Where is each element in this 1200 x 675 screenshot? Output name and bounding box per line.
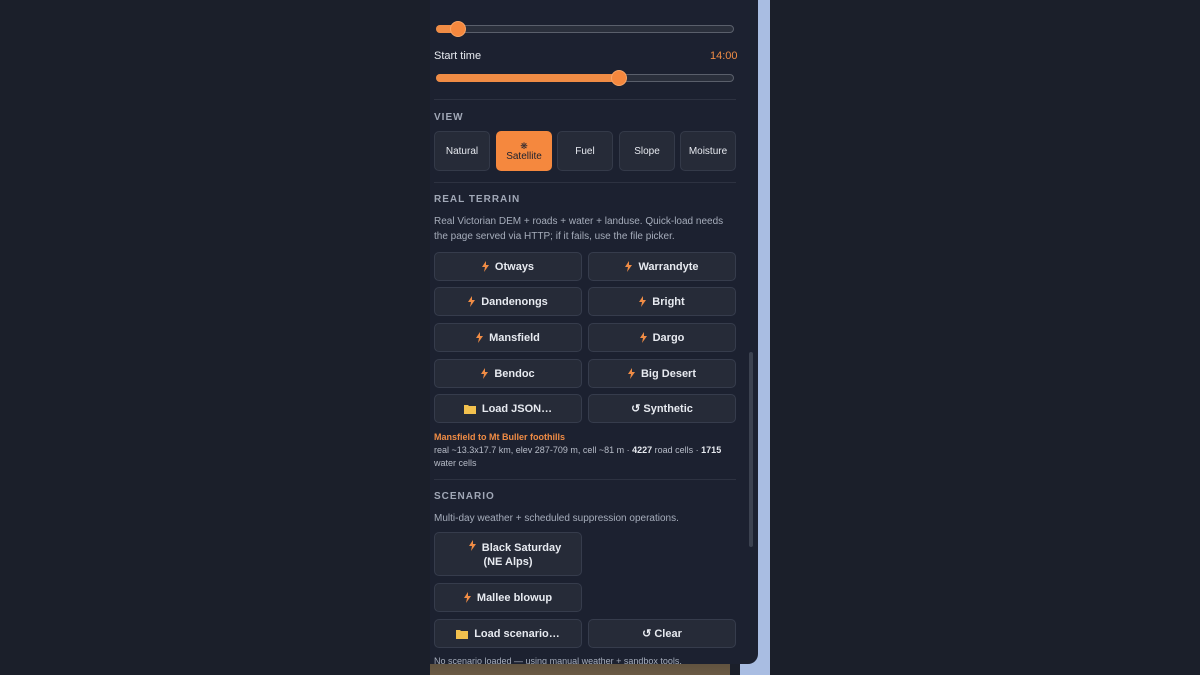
divider — [434, 99, 736, 100]
loaded-terrain-info: real ~13.3x17.7 km, elev 287-709 m, cell… — [434, 445, 722, 468]
scenario-heading: SCENARIO — [434, 491, 495, 502]
view-slope-button[interactable]: Slope — [619, 131, 675, 171]
bolt-icon — [463, 592, 471, 603]
top-slider[interactable] — [436, 21, 734, 37]
divider — [434, 479, 736, 480]
scrollbar[interactable] — [749, 352, 753, 547]
scenario-description: Multi-day weather + scheduled suppressio… — [434, 513, 679, 524]
scenario-status: No scenario loaded — using manual weathe… — [434, 656, 682, 664]
view-natural-button[interactable]: Natural — [434, 131, 490, 171]
slider-thumb[interactable] — [449, 21, 466, 37]
view-moisture-button[interactable]: Moisture — [680, 131, 736, 171]
bolt-icon — [481, 261, 489, 272]
preset-dargo-button[interactable]: Dargo — [588, 323, 736, 352]
bolt-icon — [639, 332, 647, 343]
real-terrain-description: Real Victorian DEM + roads + water + lan… — [434, 216, 724, 242]
load-scenario-button[interactable]: Load scenario… — [434, 619, 582, 648]
bolt-icon — [627, 368, 635, 379]
folder-icon — [463, 404, 476, 414]
bolt-icon — [625, 261, 633, 272]
view-heading: VIEW — [434, 112, 464, 123]
start-time-label: Start time — [434, 50, 482, 62]
synthetic-button[interactable]: ↺ Synthetic — [588, 394, 736, 423]
preset-otways-button[interactable]: Otways — [434, 252, 582, 281]
start-time-slider[interactable] — [436, 70, 734, 86]
preset-big-desert-button[interactable]: Big Desert — [588, 359, 736, 388]
bolt-icon — [468, 296, 476, 307]
divider — [434, 182, 736, 183]
control-panel: Start time 14:00 VIEW Natural ❋ Satellit… — [430, 0, 758, 664]
preset-bendoc-button[interactable]: Bendoc — [434, 359, 582, 388]
scenario-black-saturday-button[interactable]: Black Saturday (NE Alps) — [434, 532, 582, 576]
satellite-icon: ❋ — [520, 140, 528, 151]
view-fuel-button[interactable]: Fuel — [557, 131, 613, 171]
bolt-icon — [468, 539, 476, 551]
start-time-value: 14:00 — [710, 50, 738, 62]
bolt-icon — [476, 332, 484, 343]
preset-bright-button[interactable]: Bright — [588, 287, 736, 316]
scenario-mallee-button[interactable]: Mallee blowup — [434, 583, 582, 612]
real-terrain-heading: REAL TERRAIN — [434, 194, 521, 205]
bolt-icon — [639, 296, 647, 307]
slider-thumb[interactable] — [610, 70, 627, 86]
load-json-button[interactable]: Load JSON… — [434, 394, 582, 423]
preset-dandenongs-button[interactable]: Dandenongs — [434, 287, 582, 316]
clear-scenario-button[interactable]: ↺ Clear — [588, 619, 736, 648]
folder-icon — [456, 629, 469, 639]
preset-warrandyte-button[interactable]: Warrandyte — [588, 252, 736, 281]
bolt-icon — [481, 368, 489, 379]
preset-mansfield-button[interactable]: Mansfield — [434, 323, 582, 352]
loaded-terrain-title: Mansfield to Mt Buller foothills — [434, 432, 565, 442]
view-satellite-button[interactable]: ❋ Satellite — [496, 131, 552, 171]
